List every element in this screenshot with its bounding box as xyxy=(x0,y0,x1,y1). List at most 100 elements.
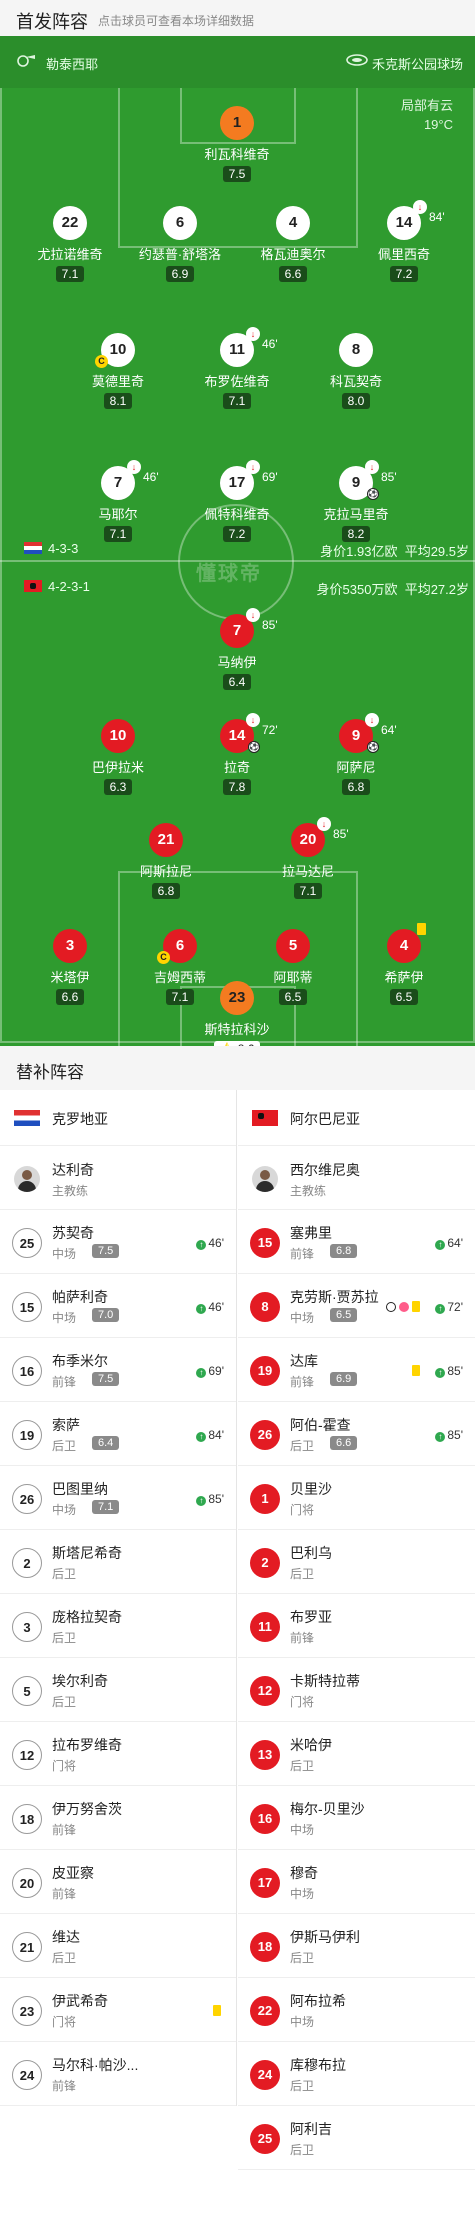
away-sub-row[interactable]: 26 阿伯-霍查 后卫 6.6 ↑ 85' xyxy=(238,1402,475,1466)
sub-number: 16 xyxy=(250,1804,280,1834)
sub-position: 前锋 xyxy=(290,1247,315,1261)
home-sub-row[interactable]: 3 庞格拉契奇 后卫 xyxy=(0,1594,236,1658)
sub-number: 11 xyxy=(250,1612,280,1642)
sub-position: 门将 xyxy=(52,1759,77,1773)
subs-title: 替补阵容 xyxy=(16,1063,84,1082)
player-number: 7 ↓ 46' xyxy=(101,460,159,500)
away-sub-row[interactable]: 17 穆奇 中场 xyxy=(238,1850,475,1914)
away-sub-row[interactable]: 22 阿布拉希 中场 xyxy=(238,1978,475,2042)
home-player[interactable]: 7 ↓ 46' 马耶尔 7.1 xyxy=(68,460,168,543)
away-sub-row[interactable]: 13 米哈伊 后卫 xyxy=(238,1722,475,1786)
away-player[interactable]: 20 ↓ 85' 拉马达尼 7.1 xyxy=(258,817,358,900)
home-player[interactable]: 17 ↓ 69' 佩特科维奇 7.2 xyxy=(187,460,287,543)
away-player[interactable]: 21 阿斯拉尼 6.8 xyxy=(116,823,216,900)
whistle-icon xyxy=(17,55,35,67)
sub-minute: 69' xyxy=(262,470,278,484)
home-sub-row[interactable]: 19 索萨 后卫 6.4 ↑ 84' xyxy=(0,1402,236,1466)
away-sub-row[interactable]: 1 贝里沙 门将 xyxy=(238,1466,475,1530)
sub-in-icon: ↑ xyxy=(435,1304,446,1314)
home-sub-row[interactable]: 25 苏契奇 中场 7.5 ↑ 46' xyxy=(0,1210,236,1274)
subs-header: 替补阵容 xyxy=(0,1046,475,1090)
away-player[interactable]: 23斯特拉科沙⭐ 8.6 xyxy=(187,981,287,1046)
home-team-row[interactable]: 克罗地亚 xyxy=(0,1090,236,1146)
away-player[interactable]: 7 ↓ 85' 马纳伊 6.4 xyxy=(187,608,287,691)
sub-position: 中场 xyxy=(290,1311,315,1325)
sub-number: 20 xyxy=(12,1868,42,1898)
home-sub-row[interactable]: 21 维达 后卫 xyxy=(0,1914,236,1978)
away-coach-name: 西尔维尼奥 xyxy=(290,1162,360,1178)
sub-out-icon: ↓ xyxy=(317,817,331,831)
home-sub-row[interactable]: 12 拉布罗维奇 门将 xyxy=(0,1722,236,1786)
away-sub-row[interactable]: 15 塞弗里 前锋 6.8 ↑ 64' xyxy=(238,1210,475,1274)
sub-number: 13 xyxy=(250,1740,280,1770)
sub-out-icon: ↓ xyxy=(246,608,260,622)
sub-number: 2 xyxy=(250,1548,280,1578)
away-sub-row[interactable]: 8 克劳斯·贾苏拉 中场 6.5 ↑ 72' xyxy=(238,1274,475,1338)
away-player[interactable]: 9 ↓ 64' ⚽ 阿萨尼 6.8 xyxy=(306,713,406,796)
home-sub-row[interactable]: 16 布季米尔 前锋 7.5 ↑ 69' xyxy=(0,1338,236,1402)
sub-in-minute: 69' xyxy=(208,1364,224,1378)
goal-ball-icon: ⚽ xyxy=(367,488,379,500)
home-sub-row[interactable]: 24 马尔科·帕沙... 前锋 xyxy=(0,2042,236,2106)
sub-position: 后卫 xyxy=(52,1567,77,1581)
sub-number: 19 xyxy=(12,1420,42,1450)
player-name: 莫德里奇 xyxy=(91,374,144,389)
away-sub-row[interactable]: 11 布罗亚 前锋 xyxy=(238,1594,475,1658)
sub-number: 24 xyxy=(12,2060,42,2090)
player-name: 利瓦科维奇 xyxy=(204,147,270,162)
sub-number: 16 xyxy=(12,1356,42,1386)
home-player[interactable]: 4 格瓦迪奥尔 6.6 xyxy=(243,206,343,283)
home-player[interactable]: 1 利瓦科维奇 7.5 xyxy=(187,106,287,183)
away-sub-row[interactable]: 24 库穆布拉 后卫 xyxy=(238,2042,475,2106)
home-sub-row[interactable]: 15 帕萨利奇 中场 7.0 ↑ 46' xyxy=(0,1274,236,1338)
player-number-text: 9 xyxy=(351,727,361,744)
player-name: 佩特科维奇 xyxy=(204,507,270,522)
stadium-icon xyxy=(346,54,368,66)
away-player[interactable]: 10 巴伊拉米 6.3 xyxy=(68,719,168,796)
sub-in-minute: 85' xyxy=(447,1428,463,1442)
player-name: 希萨伊 xyxy=(384,970,424,985)
sub-in: ↑ 64' xyxy=(435,1236,463,1250)
away-coach-row[interactable]: 西尔维尼奥 主教练 xyxy=(238,1146,475,1210)
away-sub-row[interactable]: 18 伊斯马伊利 后卫 xyxy=(238,1914,475,1978)
player-name: 马耶尔 xyxy=(98,507,138,522)
home-player[interactable]: 14 ↓ 84' 佩里西奇 7.2 xyxy=(354,200,454,283)
player-number-text: 4 xyxy=(399,937,409,954)
sub-rating: 6.8 xyxy=(330,1244,358,1258)
away-player[interactable]: 4 希萨伊 6.5 xyxy=(354,923,454,1006)
home-player[interactable]: 8 科瓦契奇 8.0 xyxy=(306,333,406,410)
sub-number: 17 xyxy=(250,1868,280,1898)
home-sub-row[interactable]: 23 伊武希奇 门将 xyxy=(0,1978,236,2042)
home-player[interactable]: 9 ↓ 85' ⚽ 克拉马里奇 8.2 xyxy=(306,460,406,543)
home-sub-row[interactable]: 26 巴图里纳 中场 7.1 ↑ 85' xyxy=(0,1466,236,1530)
sub-in: ↑ 84' xyxy=(196,1428,224,1442)
home-player[interactable]: 22 尤拉诺维奇 7.1 xyxy=(20,206,120,283)
home-sub-row[interactable]: 20 皮亚察 前锋 xyxy=(0,1850,236,1914)
home-team-name: 克罗地亚 xyxy=(52,1111,108,1127)
home-sub-row[interactable]: 2 斯塔尼希奇 后卫 xyxy=(0,1530,236,1594)
home-player[interactable]: 6 约瑟普·舒塔洛 6.9 xyxy=(130,206,230,283)
sub-name: 贝里沙 xyxy=(290,1481,332,1497)
away-sub-row[interactable]: 16 梅尔-贝里沙 中场 xyxy=(238,1786,475,1850)
away-team-row[interactable]: 阿尔巴尼亚 xyxy=(238,1090,475,1146)
player-rating: 6.3 xyxy=(103,779,133,795)
player-number-text: 10 xyxy=(109,727,127,744)
home-coach-role: 主教练 xyxy=(52,1184,89,1198)
event-icons xyxy=(386,1301,423,1312)
away-sub-row[interactable]: 2 巴利乌 后卫 xyxy=(238,1530,475,1594)
away-sub-row[interactable]: 19 达库 前锋 6.9 ↑ 85' xyxy=(238,1338,475,1402)
home-sub-row[interactable]: 18 伊万努舍茨 前锋 xyxy=(0,1786,236,1850)
home-player[interactable]: 11 ↓ 46' 布罗佐维奇 7.1 xyxy=(187,327,287,410)
player-number-text: 14 xyxy=(228,727,246,744)
home-player[interactable]: 10 C 莫德里奇 8.1 xyxy=(68,333,168,410)
home-coach-row[interactable]: 达利奇 主教练 xyxy=(0,1146,236,1210)
away-player[interactable]: 3 米塔伊 6.6 xyxy=(20,929,120,1006)
weather-temp: 19°C xyxy=(423,117,453,132)
away-sub-row[interactable]: 12 卡斯特拉蒂 门将 xyxy=(238,1658,475,1722)
home-sub-row[interactable]: 5 埃尔利奇 后卫 xyxy=(0,1658,236,1722)
player-number-text: 8 xyxy=(351,341,361,358)
sub-in-icon: ↑ xyxy=(435,1240,446,1250)
away-sub-row[interactable]: 25 阿利吉 后卫 xyxy=(238,2106,475,2170)
away-player[interactable]: 14 ↓ 72' ⚽ 拉奇 7.8 xyxy=(187,713,287,796)
sub-position: 后卫 xyxy=(290,1567,315,1581)
